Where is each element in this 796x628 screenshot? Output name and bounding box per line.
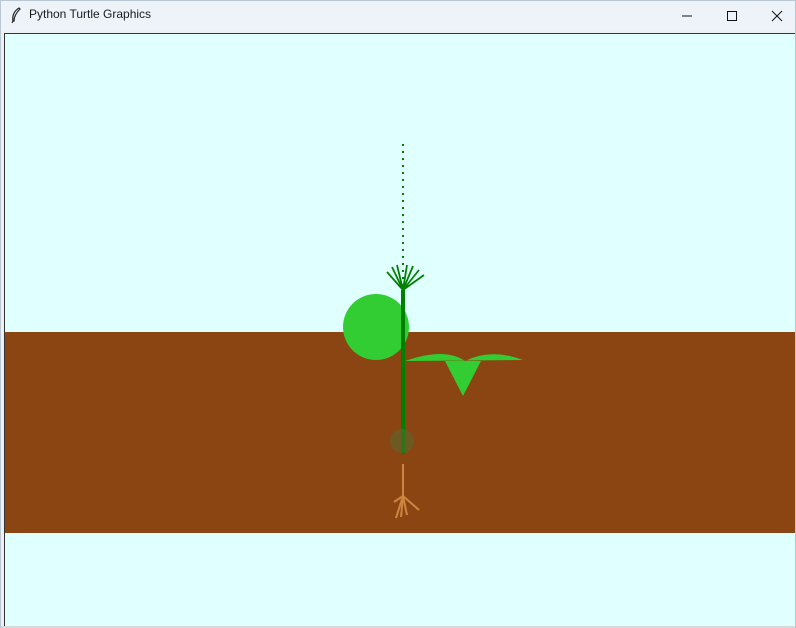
minimize-icon (682, 15, 692, 17)
turtle-canvas[interactable] (4, 33, 795, 626)
close-button[interactable] (754, 1, 796, 31)
minimize-button[interactable] (664, 1, 710, 31)
seed (390, 429, 414, 453)
title-bar[interactable]: Python Turtle Graphics (1, 1, 795, 31)
maximize-button[interactable] (709, 1, 755, 31)
turtle-window: Python Turtle Graphics (0, 0, 796, 628)
maximize-icon (727, 11, 737, 21)
plant-scene (5, 34, 795, 626)
close-icon (771, 10, 783, 22)
window-title: Python Turtle Graphics (29, 7, 152, 21)
feather-icon (11, 7, 21, 23)
large-leaf (343, 294, 409, 360)
